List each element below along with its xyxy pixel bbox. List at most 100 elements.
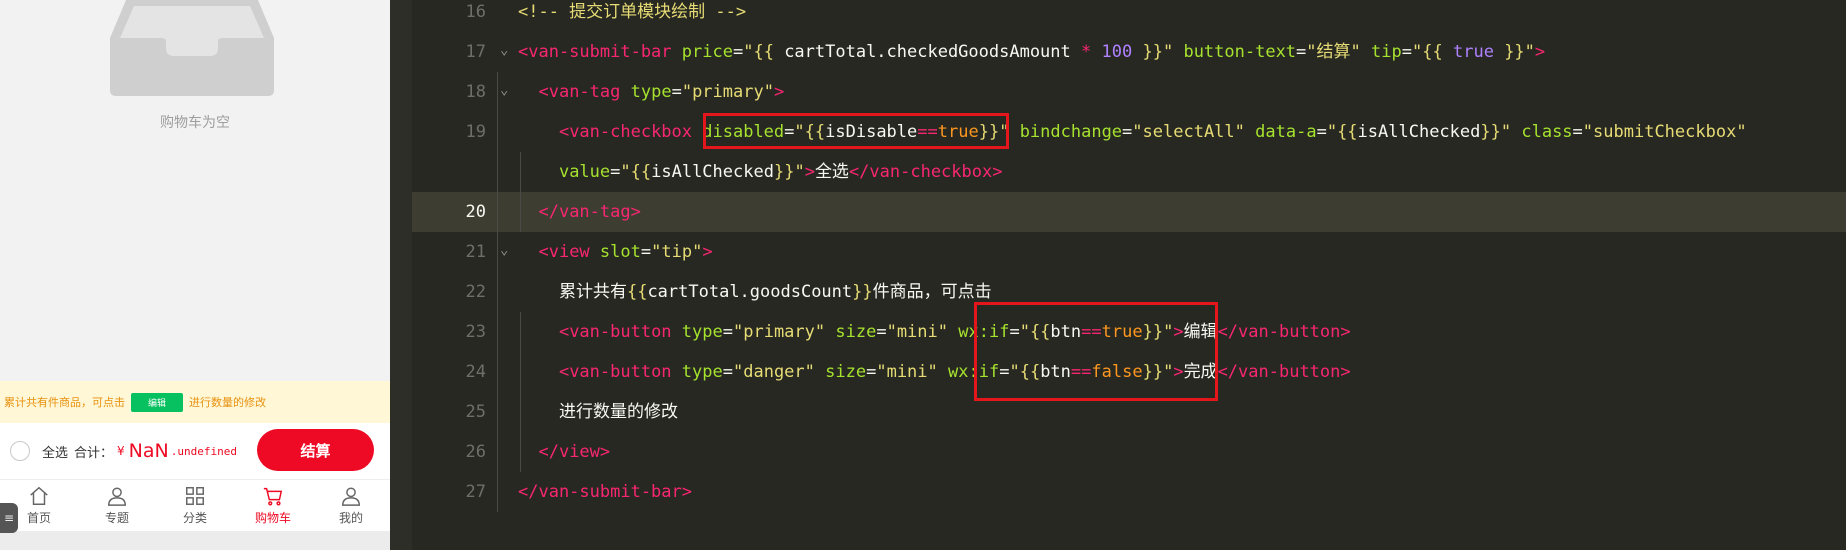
code-token: "结算" bbox=[1306, 42, 1361, 62]
code-token: = bbox=[1572, 122, 1583, 142]
edit-button[interactable]: 编辑 bbox=[131, 392, 183, 412]
fold-chevron-icon[interactable]: ⌄ bbox=[500, 230, 508, 270]
menu-icon[interactable]: ≡ bbox=[0, 503, 18, 533]
indent-guide bbox=[497, 72, 498, 112]
code-token: > bbox=[1534, 42, 1546, 62]
line-number: 19 bbox=[465, 122, 486, 142]
code-editor[interactable]: 16 <!-- 提交订单模块绘制 --> 17 ⌄ <van-submit-bar pr… bbox=[412, 0, 1846, 550]
code-line[interactable]: 19 <van-checkbox disabled="{{isDisable==… bbox=[412, 112, 1846, 152]
code-line[interactable]: 17 ⌄ <van-submit-bar price="{{ cartTotal.c… bbox=[412, 32, 1846, 72]
code-token: " bbox=[1326, 122, 1338, 142]
code-token: type bbox=[630, 82, 672, 102]
code-text: <van-submit-bar price="{{ cartTotal.chec… bbox=[518, 32, 1545, 72]
code-token: " bbox=[620, 162, 631, 182]
indent-guide bbox=[497, 472, 498, 512]
line-number: 17 bbox=[465, 42, 486, 62]
code-text: </view> bbox=[518, 432, 610, 472]
indent-guide bbox=[497, 232, 498, 272]
code-token: " bbox=[1162, 42, 1174, 62]
code-token: slot bbox=[599, 242, 641, 262]
code-token: " bbox=[1500, 122, 1512, 142]
line-number: 26 bbox=[465, 442, 486, 462]
tab-topic[interactable]: 专题 bbox=[78, 480, 156, 531]
code-text: <view slot="tip"> bbox=[518, 232, 712, 272]
code-token: }} bbox=[1504, 42, 1525, 62]
code-token: price bbox=[681, 42, 733, 62]
code-token: 件商品，可点击 bbox=[872, 282, 992, 302]
tab-bar: 首页 专题 分类 购物车 我的 bbox=[0, 479, 390, 531]
tab-cart[interactable]: 购物车 bbox=[234, 480, 312, 531]
code-text: 累计共有{{cartTotal.goodsCount}}件商品，可点击 bbox=[518, 272, 992, 312]
code-token: " bbox=[1524, 42, 1535, 62]
code-token: cartTotal.checkedGoodsAmount bbox=[773, 42, 1081, 62]
code-token: }} bbox=[1480, 122, 1501, 142]
total-label: 合计： bbox=[74, 445, 114, 461]
code-token: size bbox=[825, 362, 867, 382]
fold-chevron-icon[interactable]: ⌄ bbox=[500, 70, 508, 110]
code-line[interactable]: 27 </van-submit-bar> bbox=[412, 472, 1846, 512]
price-decimal: .undefined bbox=[170, 444, 237, 458]
code-line[interactable]: 16 <!-- 提交订单模块绘制 --> bbox=[412, 0, 1846, 32]
code-token: > bbox=[804, 162, 815, 182]
tab-label: 分类 bbox=[182, 511, 207, 525]
home-icon bbox=[30, 486, 48, 505]
code-token: 全选 bbox=[814, 162, 849, 182]
tab-category[interactable]: 分类 bbox=[156, 480, 234, 531]
indent-guide bbox=[497, 392, 498, 432]
code-token: true bbox=[1452, 42, 1494, 62]
submit-bar: 全选 合计： ¥ NaN .undefined 结算 bbox=[0, 423, 390, 479]
code-token: = bbox=[640, 242, 652, 262]
code-token: {{ bbox=[1422, 42, 1443, 62]
code-text: <!-- 提交订单模块绘制 --> bbox=[518, 0, 746, 32]
code-token: </van-button> bbox=[1217, 322, 1351, 342]
code-text: </van-tag> bbox=[518, 192, 640, 232]
fold-chevron-icon[interactable]: ⌄ bbox=[500, 30, 508, 70]
code-line[interactable]: 26 </view> bbox=[412, 432, 1846, 472]
code-text: <van-tag type="primary"> bbox=[518, 72, 784, 112]
code-token: "danger" bbox=[733, 362, 815, 382]
highlight-box-disabled bbox=[703, 113, 1009, 149]
code-token: "tip" bbox=[651, 242, 703, 262]
code-token: </view> bbox=[538, 442, 611, 462]
code-token: = bbox=[610, 162, 621, 182]
code-token: }} bbox=[773, 162, 795, 182]
code-token: {{ bbox=[1337, 122, 1358, 142]
code-token: = bbox=[1296, 42, 1307, 62]
tab-label: 首页 bbox=[26, 511, 51, 525]
checkout-button[interactable]: 结算 bbox=[257, 429, 374, 471]
line-number: 23 bbox=[465, 322, 486, 342]
code-token: * bbox=[1081, 42, 1092, 62]
panel-divider[interactable] bbox=[390, 0, 412, 550]
code-line[interactable]: 18 ⌄ <van-tag type="primary"> bbox=[412, 72, 1846, 112]
select-all-label[interactable]: 全选 bbox=[42, 442, 68, 461]
code-token: <van-button bbox=[558, 362, 672, 382]
code-token: = bbox=[732, 42, 744, 62]
code-token: "submitCheckbox" bbox=[1582, 122, 1747, 142]
code-line[interactable]: 20 </van-tag> bbox=[412, 192, 1846, 232]
code-token: bindchange bbox=[1019, 122, 1123, 142]
code-token: <view bbox=[538, 242, 590, 262]
tab-label: 我的 bbox=[338, 511, 363, 525]
code-token: "primary" bbox=[733, 322, 826, 342]
tab-mine[interactable]: 我的 bbox=[312, 480, 390, 531]
select-all-checkbox[interactable] bbox=[10, 441, 30, 461]
code-line[interactable]: value="{{isAllChecked}}">全选</van-checkbo… bbox=[412, 152, 1846, 192]
line-number: 22 bbox=[465, 282, 486, 302]
code-token: 100 bbox=[1101, 42, 1133, 62]
code-line[interactable]: 21 ⌄ <view slot="tip"> bbox=[412, 232, 1846, 272]
